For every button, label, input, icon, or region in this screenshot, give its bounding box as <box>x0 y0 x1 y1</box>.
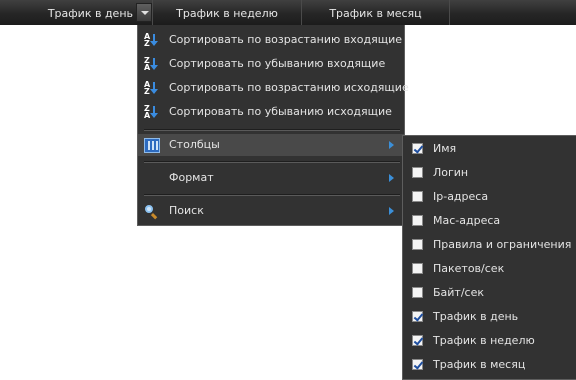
checkmark-icon <box>413 359 424 370</box>
checkbox[interactable] <box>412 239 423 250</box>
checkbox[interactable] <box>412 263 423 274</box>
column-toggle-item[interactable]: Mac-адреса <box>403 209 576 232</box>
columns-icon <box>144 138 160 153</box>
column-toggle-label: Логин <box>433 166 469 179</box>
checkmark-icon <box>413 143 424 154</box>
checkbox[interactable] <box>412 143 424 154</box>
menu-separator <box>144 129 400 131</box>
column-toggle-label: Пакетов/сек <box>433 262 505 275</box>
menu-separator <box>144 161 400 163</box>
column-toggle-item[interactable]: Имя <box>403 137 576 160</box>
column-toggle-item[interactable]: Ip-адреса <box>403 185 576 208</box>
checkbox[interactable] <box>412 359 424 370</box>
columns-submenu: Имя Логин Ip-адреса Mac-адреса Правила и огр… <box>402 135 576 380</box>
column-context-menu: AZ Сортировать по возрастанию входящие Z… <box>137 25 409 226</box>
menu-item-label: Формат <box>169 171 214 184</box>
menu-item-search[interactable]: Поиск <box>138 200 404 222</box>
column-toggle-label: Трафик в месяц <box>433 358 526 371</box>
menu-item-sort-asc-incoming[interactable]: AZ Сортировать по возрастанию входящие <box>138 29 404 51</box>
submenu-arrow-icon <box>389 207 394 215</box>
checkbox[interactable] <box>412 311 424 322</box>
column-toggle-label: Правила и ограничения <box>433 238 572 251</box>
checkmark-icon <box>413 335 424 346</box>
sort-ascending-icon: AZ <box>144 81 160 96</box>
menu-item-label: Поиск <box>169 204 204 217</box>
column-toggle-item[interactable]: Трафик в неделю <box>403 329 576 352</box>
column-toggle-label: Ip-адреса <box>433 190 489 203</box>
column-toggle-item[interactable]: Трафик в месяц <box>403 353 576 376</box>
search-icon <box>144 204 160 220</box>
column-header-traffic-day[interactable]: Трафик в день <box>0 0 153 25</box>
column-toggle-item[interactable]: Трафик в день <box>403 305 576 328</box>
submenu-arrow-icon <box>389 174 394 182</box>
column-toggle-label: Трафик в неделю <box>433 334 535 347</box>
sort-descending-icon: ZA <box>144 105 160 120</box>
menu-item-sort-asc-outgoing[interactable]: AZ Сортировать по возрастанию исходящие <box>138 77 409 99</box>
menu-item-sort-desc-outgoing[interactable]: ZA Сортировать по убыванию исходящие <box>138 101 404 123</box>
chevron-down-icon[interactable] <box>136 3 152 22</box>
menu-separator <box>144 194 400 196</box>
checkmark-icon <box>413 311 424 322</box>
column-toggle-item[interactable]: Байт/сек <box>403 281 576 304</box>
submenu-arrow-icon <box>389 141 394 149</box>
checkbox[interactable] <box>412 215 423 226</box>
menu-item-label: Сортировать по возрастанию входящие <box>169 33 402 46</box>
column-header-label: Трафик в неделю <box>176 7 278 20</box>
sort-descending-icon: ZA <box>144 57 160 72</box>
menu-item-format[interactable]: Формат <box>138 167 404 189</box>
column-toggle-label: Имя <box>433 142 457 155</box>
checkbox[interactable] <box>412 335 424 346</box>
checkbox[interactable] <box>412 287 423 298</box>
column-toggle-item[interactable]: Логин <box>403 161 576 184</box>
menu-item-label: Сортировать по убыванию входящие <box>169 57 386 70</box>
column-header-traffic-month[interactable]: Трафик в месяц <box>302 0 450 25</box>
menu-item-label: Столбцы <box>169 138 220 151</box>
checkbox[interactable] <box>412 167 423 178</box>
column-header-label: Трафик в день <box>47 7 133 20</box>
menu-item-label: Сортировать по возрастанию исходящие <box>169 81 409 94</box>
sort-ascending-icon: AZ <box>144 33 160 48</box>
column-toggle-item[interactable]: Пакетов/сек <box>403 257 576 280</box>
column-header-bar: Трафик в день Трафик в неделю Трафик в м… <box>0 0 576 25</box>
column-toggle-label: Байт/сек <box>433 286 485 299</box>
column-header-label: Трафик в месяц <box>329 7 422 20</box>
column-toggle-label: Mac-адреса <box>433 214 501 227</box>
column-header-traffic-week[interactable]: Трафик в неделю <box>153 0 302 25</box>
menu-item-label: Сортировать по убыванию исходящие <box>169 105 392 118</box>
column-toggle-label: Трафик в день <box>433 310 519 323</box>
menu-item-sort-desc-incoming[interactable]: ZA Сортировать по убыванию входящие <box>138 53 404 75</box>
checkbox[interactable] <box>412 191 423 202</box>
column-toggle-item[interactable]: Правила и ограничения <box>403 233 576 256</box>
menu-item-columns[interactable]: Столбцы <box>138 134 404 156</box>
